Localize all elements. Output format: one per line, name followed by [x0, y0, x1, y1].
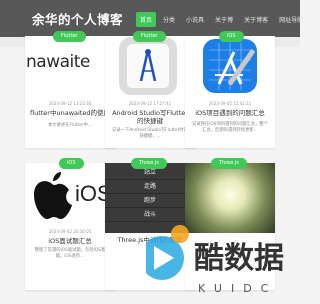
watermark-main-text: 酷数据 [194, 241, 284, 276]
post-thumbnail: nawaite [25, 36, 115, 104]
menu-item-walk: 走路 [105, 180, 195, 194]
post-card-ios-interview[interactable]: iOS iOS 2024-09-02 20:16:05 iOS面试题汇总 整理了… [25, 158, 115, 290]
category-tag[interactable]: Flutter [53, 31, 86, 42]
post-date: 2024-09-12 13:23:36 [48, 101, 92, 106]
post-date: 2024-09-05 15:42:21 [208, 101, 252, 106]
post-card-unawaited[interactable]: nawaite Flutter 2024-09-12 13:23:36 flut… [25, 31, 115, 148]
watermark-sub-text: KUIDC [198, 282, 277, 295]
xcode-icon [203, 39, 257, 93]
kuidc-watermark: 酷数据 KUIDC [140, 206, 300, 300]
post-thumbnail [185, 36, 275, 104]
category-tag[interactable]: iOS [59, 158, 84, 169]
category-tag[interactable]: iOS [219, 31, 244, 42]
post-date: 2024-09-12 17:27:41 [128, 101, 172, 106]
post-title[interactable]: iOS面试题汇总 [28, 237, 112, 245]
post-title[interactable]: flutter中unawaited的使用 [28, 109, 112, 117]
category-tag[interactable]: Three.js [211, 158, 247, 169]
post-title[interactable]: Android Studio写Flutter 的快捷键 [108, 109, 192, 125]
category-tag[interactable]: Three.js [131, 158, 167, 169]
post-summary: 记录我在iOS项目遇到的问题汇总，整个汇总，后期有遇到持续更新... [191, 122, 269, 133]
android-studio-icon [119, 37, 177, 95]
post-title[interactable]: iOS项目遇到的问题汇总 [188, 109, 272, 117]
category-tag[interactable]: Flutter [133, 31, 166, 42]
main-nav: 首页 分类 小说具 关于博 关于博客 网址导航 [136, 12, 310, 27]
post-card-android-studio[interactable]: Flutter 2024-09-12 17:27:41 Android Stud… [105, 31, 195, 148]
post-summary: 整理了常遇的iOS面试题，包括iOS基础，iOS进阶... [34, 248, 106, 259]
nav-about[interactable]: 关于博 [211, 12, 237, 27]
post-thumbnail: iOS [25, 163, 115, 231]
nav-categories[interactable]: 分类 [159, 12, 179, 27]
thumbnail-text: nawaite [26, 52, 90, 72]
post-thumbnail [105, 36, 195, 104]
post-date: 2024-09-02 20:16:05 [48, 229, 92, 234]
post-card-ios-issues[interactable]: iOS 2024-09-05 15:42:21 iOS项目遇到的问题汇总 记录我… [185, 31, 275, 148]
post-summary: 记录一下Android Studio写Flutter时的快捷键，... [112, 128, 188, 139]
site-title[interactable]: 余华的个人博客 [32, 9, 123, 28]
nav-tools[interactable]: 小说具 [182, 12, 208, 27]
nav-home[interactable]: 首页 [136, 12, 157, 27]
watermark-logo: 酷数据 KUIDC [140, 225, 284, 295]
nav-links[interactable]: 网址导航 [275, 12, 307, 27]
nav-about-blog[interactable]: 关于博客 [240, 12, 272, 27]
post-summary: 本文讲述在Flutter中... [47, 123, 93, 128]
